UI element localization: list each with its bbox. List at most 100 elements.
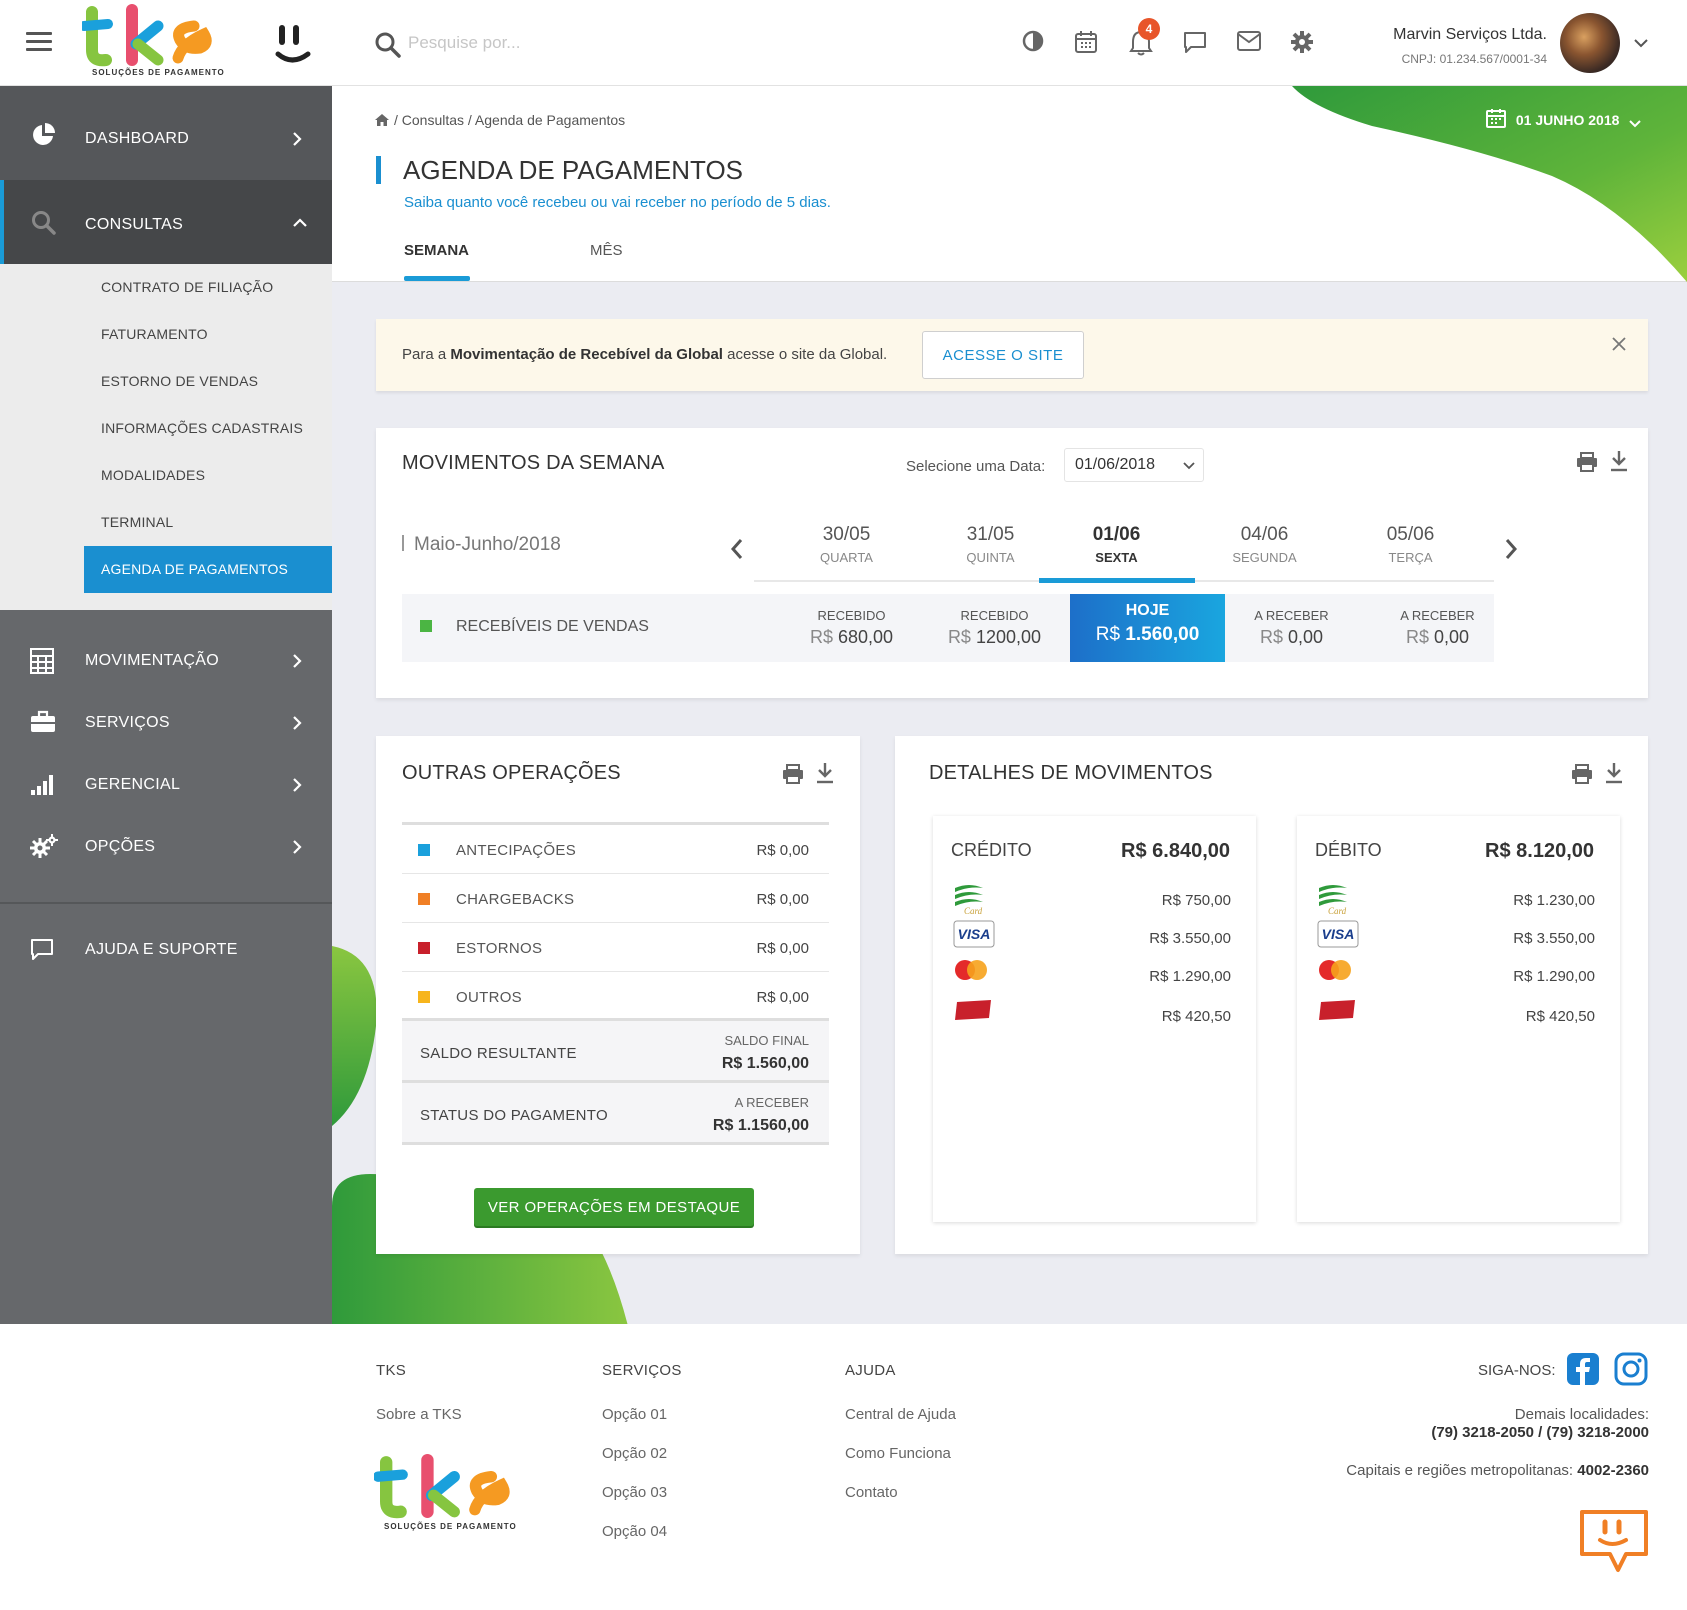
- submenu-item-estorno[interactable]: ESTORNO DE VENDAS: [84, 358, 332, 405]
- search-icon[interactable]: [375, 32, 401, 58]
- brand-row: R$ 1.290,00: [1317, 958, 1595, 992]
- gears-icon: [30, 834, 58, 858]
- submenu-item-faturamento[interactable]: FATURAMENTO: [84, 311, 332, 358]
- consultas-submenu: CONTRATO DE FILIAÇÃO FATURAMENTO ESTORNO…: [0, 264, 332, 610]
- footer-link[interactable]: Opção 04: [602, 1523, 667, 1540]
- chevron-right-icon[interactable]: [1504, 538, 1518, 560]
- day-date: 31/05: [966, 524, 1015, 545]
- footer-link[interactable]: Opção 02: [602, 1445, 667, 1462]
- cell-status: RECEBIDO: [817, 608, 886, 623]
- calendar-icon[interactable]: [1074, 30, 1098, 54]
- sidebar-item-movimentacao[interactable]: MOVIMENTAÇÃO: [0, 632, 332, 690]
- footer-link[interactable]: Sobre a TKS: [376, 1406, 462, 1423]
- home-icon[interactable]: [374, 113, 390, 127]
- instagram-icon[interactable]: [1614, 1352, 1648, 1386]
- chevron-down-icon[interactable]: [1633, 38, 1649, 48]
- status-sublabel: A RECEBER: [734, 1095, 809, 1110]
- list-item[interactable]: OUTROS R$ 0,00: [402, 972, 829, 1021]
- sidebar-item-label: MOVIMENTAÇÃO: [85, 652, 219, 669]
- receivable-cell[interactable]: A RECEBER R$ 0,00: [1214, 594, 1369, 662]
- access-site-button[interactable]: ACESSE O SITE: [922, 331, 1084, 379]
- day-column[interactable]: 30/05 QUARTA: [774, 524, 919, 565]
- date-selector[interactable]: 01 JUNHO 2018: [1486, 108, 1642, 128]
- view-highlight-operations-button[interactable]: VER OPERAÇÕES EM DESTAQUE: [474, 1188, 754, 1226]
- close-icon[interactable]: [1612, 337, 1626, 351]
- submenu-item-modalidades[interactable]: MODALIDADES: [84, 452, 332, 499]
- submenu-item-agenda[interactable]: AGENDA DE PAGAMENTOS: [84, 546, 332, 593]
- page-subtitle: Saiba quanto você recebeu ou vai receber…: [404, 194, 831, 211]
- signal-bars-icon: [31, 775, 53, 795]
- day-column-today[interactable]: 01/06 SEXTA: [1044, 524, 1189, 565]
- download-icon[interactable]: [1605, 762, 1623, 784]
- footer-link[interactable]: Opção 01: [602, 1406, 667, 1423]
- day-column[interactable]: 05/06 TERÇA: [1338, 524, 1483, 565]
- other-locations-phones: (79) 3218-2050 / (79) 3218-2000: [1431, 1424, 1649, 1441]
- brand-row: VISA R$ 3.550,00: [1317, 920, 1595, 954]
- day-name: SEXTA: [1095, 550, 1138, 565]
- list-item[interactable]: CHARGEBACKS R$ 0,00: [402, 874, 829, 923]
- support-chat-icon[interactable]: [1578, 1508, 1650, 1578]
- chevron-down-icon: [1629, 120, 1642, 128]
- tab-mes[interactable]: MÊS: [590, 242, 623, 259]
- sidebar-item-servicos[interactable]: SERVIÇOS: [0, 694, 332, 752]
- logo-mark: [82, 4, 212, 67]
- print-icon[interactable]: [782, 764, 804, 784]
- breadcrumb: / Consultas / Agenda de Pagamentos: [374, 112, 625, 128]
- brand-value: R$ 420,50: [1525, 1008, 1595, 1025]
- sidebar-item-dashboard[interactable]: DASHBOARD: [0, 86, 332, 180]
- facebook-icon[interactable]: [1566, 1352, 1600, 1386]
- cell-status: RECEBIDO: [960, 608, 1029, 623]
- capitals-label: Capitais e regiões metropolitanas:: [1346, 1462, 1578, 1479]
- receivable-cell[interactable]: A RECEBER R$ 0,00: [1360, 594, 1515, 662]
- list-item[interactable]: ANTECIPAÇÕES R$ 0,00: [402, 825, 829, 874]
- date-dropdown[interactable]: 01/06/2018: [1064, 448, 1204, 482]
- footer-logo[interactable]: SOLUÇÕES DE PAGAMENTO: [374, 1454, 518, 1534]
- footer-link[interactable]: Como Funciona: [845, 1445, 951, 1462]
- avatar[interactable]: [1560, 13, 1620, 73]
- receivable-cell-today[interactable]: HOJE R$ 1.560,00: [1070, 594, 1225, 662]
- chevron-left-icon[interactable]: [730, 538, 744, 560]
- day-column[interactable]: 31/05 QUINTA: [918, 524, 1063, 565]
- submenu-item-contrato[interactable]: CONTRATO DE FILIAÇÃO: [84, 264, 332, 311]
- sidebar-item-consultas[interactable]: CONSULTAS: [0, 180, 332, 264]
- mail-icon[interactable]: [1236, 30, 1262, 52]
- credit-panel: CRÉDITO R$ 6.840,00 Card R$ 750,00 VISA …: [933, 816, 1256, 1222]
- download-icon[interactable]: [816, 762, 834, 784]
- gear-icon[interactable]: [1290, 30, 1314, 54]
- alert-bold: Movimentação de Recebível da Global: [450, 346, 723, 363]
- chevron-down-icon: [1183, 462, 1195, 470]
- user-name: Marvin Serviços Ltda.: [1393, 26, 1547, 43]
- chat-icon[interactable]: [1183, 30, 1207, 54]
- print-icon[interactable]: [1576, 452, 1598, 472]
- sidebar-item-opcoes[interactable]: OPÇÕES: [0, 818, 332, 876]
- date-dropdown-value: 01/06/2018: [1075, 456, 1156, 473]
- elo-icon: Card: [1319, 885, 1347, 916]
- day-column[interactable]: 04/06 SEGUNDA: [1192, 524, 1337, 565]
- list-item[interactable]: ESTORNOS R$ 0,00: [402, 923, 829, 972]
- footer-heading-tks: TKS: [376, 1362, 407, 1379]
- operation-name: ESTORNOS: [456, 940, 543, 957]
- day-name: SEGUNDA: [1232, 550, 1297, 565]
- print-icon[interactable]: [1571, 764, 1593, 784]
- brand-value: R$ 1.290,00: [1513, 968, 1595, 985]
- calculator-icon: [30, 648, 54, 674]
- receivable-cell[interactable]: RECEBIDO R$ 1200,00: [917, 594, 1072, 662]
- contrast-icon[interactable]: [1022, 30, 1044, 52]
- search-input[interactable]: [408, 26, 708, 60]
- submenu-item-terminal[interactable]: TERMINAL: [84, 499, 332, 546]
- user-cnpj: CNPJ: 01.234.567/0001-34: [1401, 52, 1547, 66]
- sidebar-item-gerencial[interactable]: GERENCIAL: [0, 756, 332, 814]
- tab-semana[interactable]: SEMANA: [404, 242, 469, 259]
- sidebar-item-ajuda[interactable]: AJUDA E SUPORTE: [0, 921, 332, 979]
- download-icon[interactable]: [1610, 450, 1628, 472]
- footer-link[interactable]: Opção 03: [602, 1484, 667, 1501]
- footer-link[interactable]: Central de Ajuda: [845, 1406, 956, 1423]
- selected-date: 01 JUNHO 2018: [1515, 112, 1620, 128]
- status-label: STATUS DO PAGAMENTO: [420, 1107, 608, 1124]
- receivable-cell[interactable]: RECEBIDO R$ 680,00: [774, 594, 929, 662]
- submenu-item-informacoes[interactable]: INFORMAÇÕES CADASTRAIS: [84, 405, 332, 452]
- logo[interactable]: SOLUÇÕES DE PAGAMENTO: [82, 4, 224, 80]
- footer-link[interactable]: Contato: [845, 1484, 898, 1501]
- saldo-value: R$ 1.560,00: [721, 1055, 809, 1072]
- menu-icon[interactable]: [26, 32, 52, 52]
